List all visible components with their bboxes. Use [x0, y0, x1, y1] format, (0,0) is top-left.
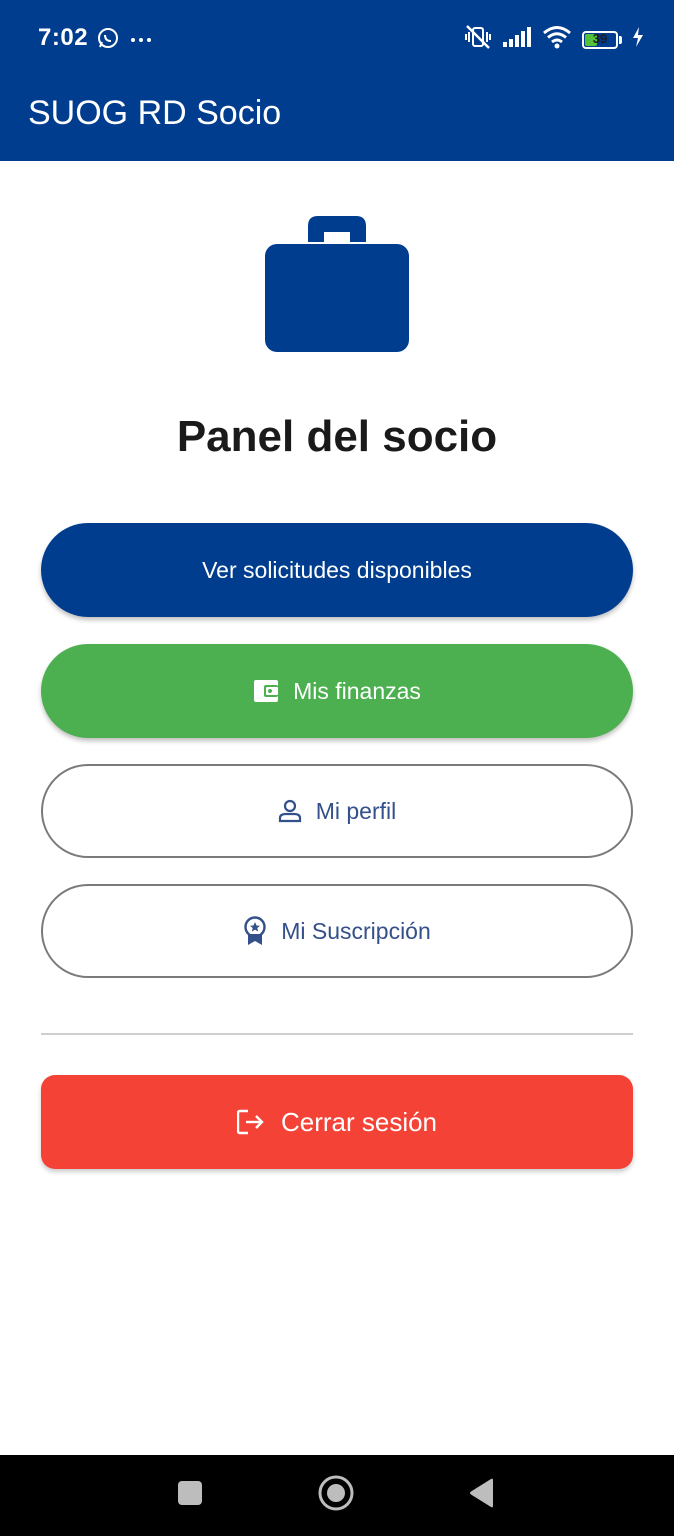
- badge-icon: [243, 916, 267, 946]
- home-button[interactable]: [316, 1475, 356, 1515]
- status-left-icons: [96, 26, 152, 55]
- page-title: Panel del socio: [176, 412, 498, 461]
- charging-icon: [632, 27, 644, 52]
- status-bar: 7:02 39: [0, 0, 674, 80]
- home-icon: [317, 1474, 355, 1517]
- view-requests-button[interactable]: Ver solicitudes disponibles: [41, 523, 633, 617]
- battery-level: 39: [592, 30, 608, 46]
- app-bar: SUOG RD Socio: [0, 80, 674, 161]
- vibrate-off-icon: [464, 24, 492, 55]
- battery-icon: 39: [582, 30, 622, 49]
- my-finances-button[interactable]: Mis finanzas: [41, 644, 633, 738]
- logout-button[interactable]: Cerrar sesión: [41, 1075, 633, 1169]
- more-dots-icon: [130, 32, 152, 50]
- logout-icon: [236, 1109, 265, 1135]
- my-profile-button[interactable]: Mi perfil: [41, 764, 633, 858]
- wifi-icon: [542, 25, 572, 54]
- recents-button[interactable]: [170, 1475, 210, 1515]
- recents-icon: [177, 1480, 203, 1511]
- view-requests-label: Ver solicitudes disponibles: [202, 556, 472, 583]
- my-profile-label: Mi perfil: [315, 797, 397, 824]
- briefcase-icon: [264, 214, 410, 354]
- my-subscription-label: Mi Suscripción: [281, 917, 431, 944]
- status-right-icons: 39: [464, 24, 644, 55]
- screen: 7:02 39 SUOG RD Socio Panel del socio Ve…: [0, 0, 674, 1536]
- signal-icon: [502, 26, 532, 53]
- divider: [41, 1033, 633, 1035]
- my-subscription-button[interactable]: Mi Suscripción: [41, 884, 633, 978]
- status-time: 7:02: [38, 24, 89, 51]
- wallet-icon: [253, 679, 279, 703]
- logout-label: Cerrar sesión: [280, 1106, 438, 1137]
- system-nav-bar: [0, 1455, 674, 1536]
- app-title: SUOG RD Socio: [28, 94, 282, 132]
- whatsapp-icon: [96, 26, 120, 55]
- person-icon: [278, 799, 302, 823]
- back-icon: [468, 1478, 496, 1513]
- my-finances-label: Mis finanzas: [293, 677, 421, 704]
- back-button[interactable]: [462, 1475, 502, 1515]
